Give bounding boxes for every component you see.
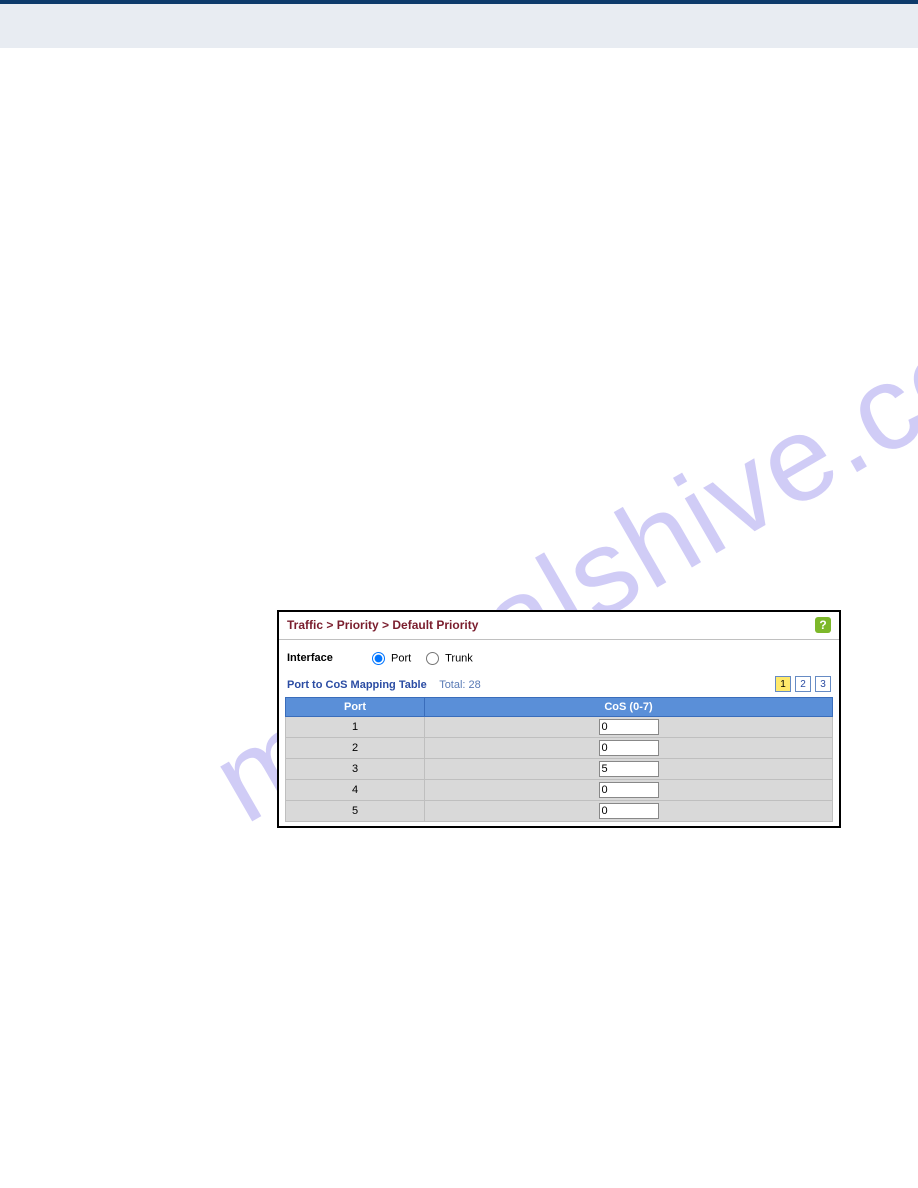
table-header-row: Port CoS (0-7) <box>286 698 833 717</box>
table-row: 4 <box>286 780 833 801</box>
port-cell: 4 <box>286 780 425 801</box>
page-1[interactable]: 1 <box>775 676 791 692</box>
default-priority-panel: Traffic > Priority > Default Priority ? … <box>277 610 841 828</box>
table-row: 3 <box>286 759 833 780</box>
table-total: Total: 28 <box>439 679 481 691</box>
cos-input[interactable] <box>599 782 659 798</box>
cos-cell <box>425 738 833 759</box>
table-row: 2 <box>286 738 833 759</box>
help-icon[interactable]: ? <box>815 617 831 633</box>
header-cos: CoS (0-7) <box>425 698 833 717</box>
radio-trunk-label: Trunk <box>445 652 473 664</box>
port-cell: 3 <box>286 759 425 780</box>
cos-input[interactable] <box>599 740 659 756</box>
cos-input[interactable] <box>599 719 659 735</box>
interface-row: Interface Port Trunk <box>279 640 839 673</box>
cos-input[interactable] <box>599 803 659 819</box>
page-3[interactable]: 3 <box>815 676 831 692</box>
cos-cell <box>425 780 833 801</box>
port-cell: 5 <box>286 801 425 822</box>
cos-input[interactable] <box>599 761 659 777</box>
table-row: 5 <box>286 801 833 822</box>
radio-port[interactable] <box>372 652 385 665</box>
cos-cell <box>425 801 833 822</box>
radio-trunk[interactable] <box>426 652 439 665</box>
page-2[interactable]: 2 <box>795 676 811 692</box>
mapping-table: Port CoS (0-7) 1 2 3 <box>285 697 833 822</box>
pager: 1 2 3 <box>775 676 831 692</box>
interface-label: Interface <box>287 652 333 664</box>
panel-header: Traffic > Priority > Default Priority ? <box>279 612 839 640</box>
cos-cell <box>425 717 833 738</box>
top-bar <box>0 0 918 48</box>
header-port: Port <box>286 698 425 717</box>
radio-port-label: Port <box>391 652 411 664</box>
port-cell: 1 <box>286 717 425 738</box>
port-cell: 2 <box>286 738 425 759</box>
table-title-wrap: Port to CoS Mapping Table Total: 28 <box>287 675 481 693</box>
table-title-row: Port to CoS Mapping Table Total: 28 1 2 … <box>279 673 839 695</box>
breadcrumb: Traffic > Priority > Default Priority <box>287 618 478 632</box>
table-row: 1 <box>286 717 833 738</box>
cos-cell <box>425 759 833 780</box>
table-title: Port to CoS Mapping Table <box>287 679 427 691</box>
